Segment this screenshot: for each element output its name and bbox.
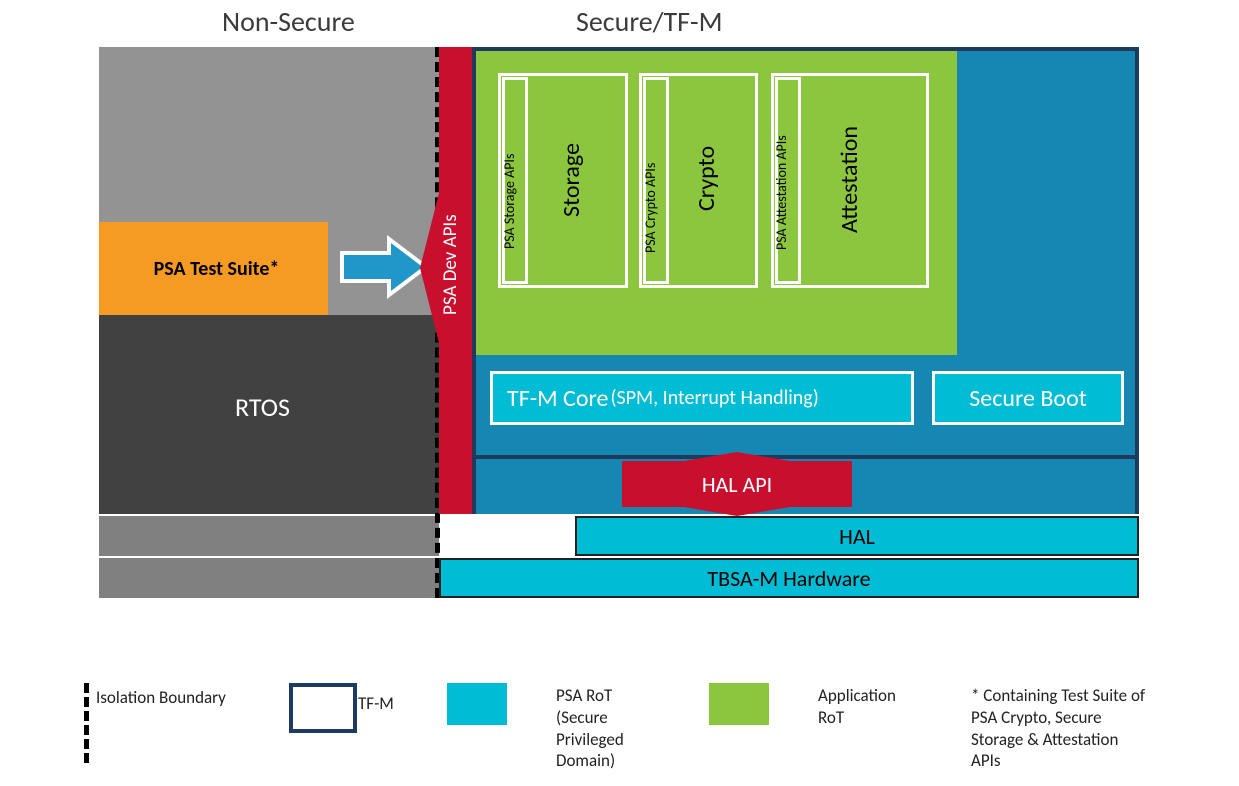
attest-label: Attestation: [838, 100, 862, 260]
tfm-core-label: TF-M Core: [507, 384, 608, 413]
legend-psa-rot-labels: PSA RoT (Secure Privileged Domain): [556, 685, 624, 772]
hardware-label: TBSA-M Hardware: [707, 565, 870, 592]
legend-psa-rot-4: Domain): [556, 750, 624, 772]
hardware-box: TBSA-M Hardware: [439, 558, 1139, 598]
legend-psa-rot-swatch: [447, 683, 507, 725]
psa-dev-apis-label: PSA Dev APIs: [441, 192, 460, 337]
legend-footnote: * Containing Test Suite of PSA Crypto, S…: [971, 685, 1145, 772]
legend-tfm-swatch: [289, 683, 357, 733]
crypto-api-label: PSA Crypto APIs: [644, 140, 658, 275]
storage-api-label: PSA Storage APIs: [503, 125, 517, 277]
rtos-label: RTOS: [235, 391, 290, 423]
legend-note-1: * Containing Test Suite of: [971, 685, 1145, 707]
legend-app-rot-swatch: [709, 683, 769, 725]
legend-psa-rot-1: PSA RoT: [556, 685, 624, 707]
legend-isolation-label: Isolation Boundary: [96, 687, 226, 708]
legend-note-2: PSA Crypto, Secure: [971, 707, 1145, 729]
legend-tfm-label: TF-M: [358, 693, 394, 714]
storage-label: Storage: [560, 120, 584, 240]
tfm-core-detail: (SPM, Interrupt Handling): [610, 386, 818, 410]
crypto-label: Crypto: [695, 128, 719, 228]
psa-test-suite-label: PSA Test Suite*: [154, 257, 280, 281]
secure-boot-label: Secure Boot: [969, 384, 1087, 413]
attest-api-label: PSA Attestation APIs: [775, 108, 789, 278]
title-secure: Secure/TF-M: [576, 4, 723, 39]
legend-app-rot-labels: Application RoT: [818, 685, 896, 729]
psa-test-suite-box: PSA Test Suite*: [99, 222, 328, 315]
legend-psa-rot-3: Privileged: [556, 729, 624, 751]
title-nonsecure: Non-Secure: [222, 4, 355, 39]
arrow-test-to-api-icon: [334, 231, 434, 303]
hal-api-label: HAL API: [702, 471, 772, 498]
hal-box: HAL: [575, 516, 1139, 556]
legend-psa-rot-2: (Secure: [556, 707, 624, 729]
legend-note-3: Storage & Attestation: [971, 729, 1145, 751]
legend-app-rot-2: RoT: [818, 707, 896, 729]
tfm-core-box: TF-M Core (SPM, Interrupt Handling): [490, 371, 914, 425]
nonsecure-hal-bg: [99, 516, 439, 556]
legend-app-rot-1: Application: [818, 685, 896, 707]
legend-note-4: APIs: [971, 750, 1145, 772]
legend-isolation-swatch: [84, 683, 89, 763]
hal-api-box: HAL API: [622, 461, 852, 507]
hal-label: HAL: [839, 523, 875, 550]
nonsecure-hw-bg: [99, 558, 439, 598]
secure-boot-box: Secure Boot: [932, 371, 1124, 425]
